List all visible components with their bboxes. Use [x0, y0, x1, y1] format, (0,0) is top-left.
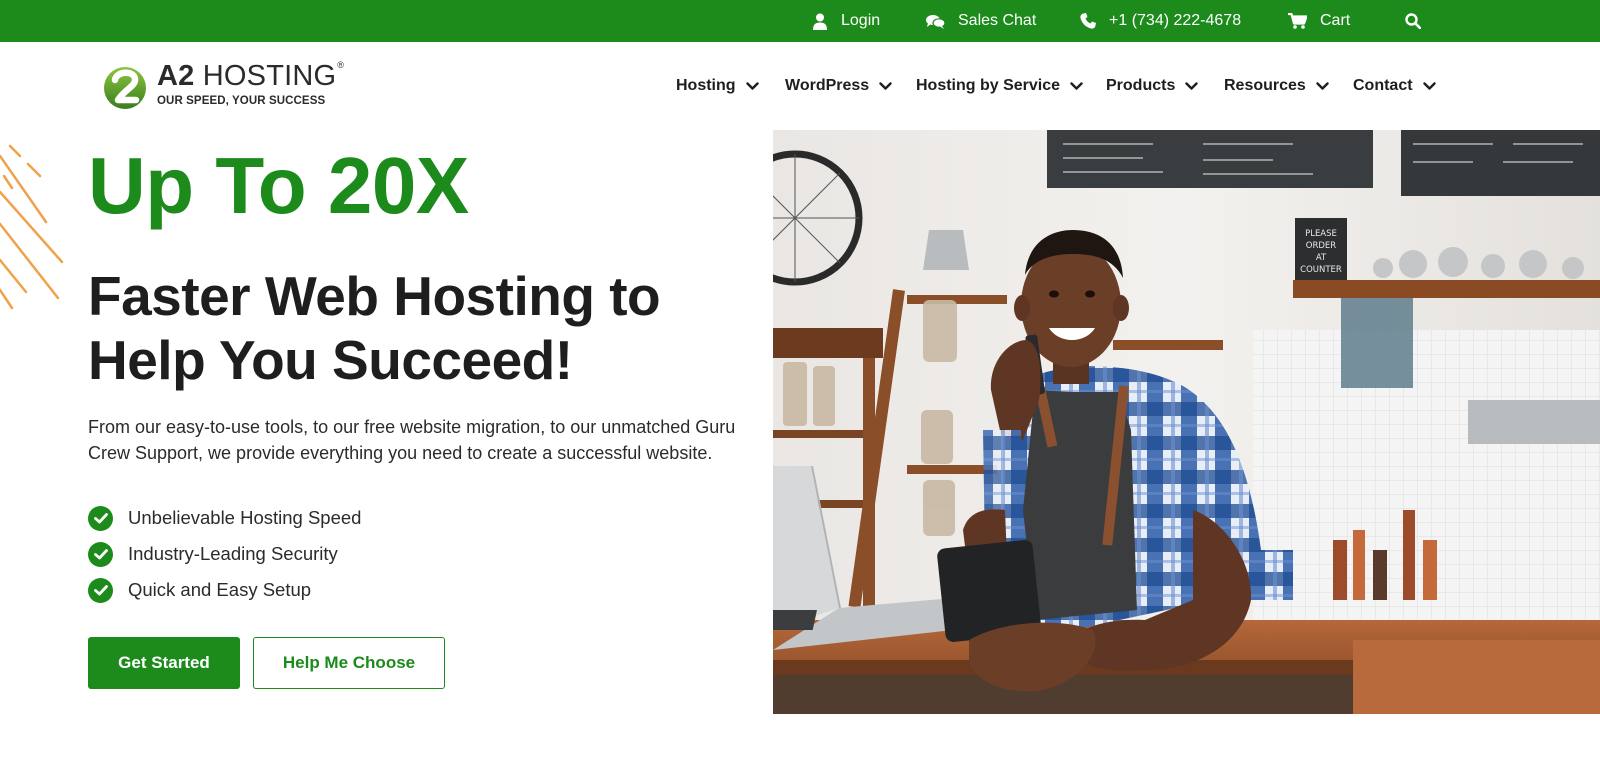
- svg-text:COUNTER: COUNTER: [1300, 265, 1342, 275]
- phone-number: +1 (734) 222-4678: [1109, 12, 1242, 29]
- svg-text:ORDER: ORDER: [1306, 241, 1337, 251]
- nav-hosting-by-service[interactable]: Hosting by Service: [916, 74, 1083, 98]
- search-button[interactable]: [1405, 0, 1421, 42]
- logo-tagline: OUR SPEED, YOUR SUCCESS: [157, 95, 326, 107]
- nav-resources[interactable]: Resources: [1224, 74, 1329, 98]
- search-icon: [1405, 13, 1421, 29]
- nav-wordpress-label: WordPress: [785, 77, 870, 94]
- check-circle-icon: [88, 505, 113, 531]
- nav-resources-label: Resources: [1224, 77, 1306, 94]
- hero-headline: Up To 20X: [88, 141, 469, 230]
- cart-link[interactable]: Cart: [1288, 0, 1350, 42]
- check-circle-icon: [88, 577, 113, 603]
- chevron-down-icon: [879, 81, 892, 90]
- feature-label: Quick and Easy Setup: [128, 579, 312, 600]
- hero-subheadline: Faster Web Hosting to Help You Succeed!: [88, 265, 661, 391]
- top-bar: Login Sales Chat +1 (734) 222-4678 Cart: [0, 0, 1600, 42]
- user-icon: [813, 13, 827, 30]
- check-circle-icon: [88, 541, 113, 567]
- list-item: Quick and Easy Setup: [88, 572, 361, 608]
- cart-icon: [1288, 13, 1307, 29]
- svg-text:PLEASE: PLEASE: [1305, 229, 1337, 239]
- nav-wordpress[interactable]: WordPress: [785, 74, 892, 98]
- feature-label: Industry-Leading Security: [128, 543, 338, 564]
- chevron-down-icon: [1185, 81, 1199, 90]
- help-me-choose-button[interactable]: Help Me Choose: [253, 637, 445, 689]
- nav-hosting-label: Hosting: [676, 77, 736, 94]
- chat-icon: [926, 14, 945, 29]
- chevron-down-icon: [1070, 81, 1083, 90]
- nav-hosting-by-service-label: Hosting by Service: [916, 77, 1061, 94]
- sales-chat-label: Sales Chat: [958, 12, 1037, 29]
- chevron-down-icon: [1316, 81, 1329, 90]
- cart-label: Cart: [1320, 12, 1351, 29]
- decorative-stripes: [0, 144, 64, 310]
- logo-wordmark: A2 HOSTING®: [157, 60, 345, 92]
- nav-hosting[interactable]: Hosting: [676, 74, 759, 98]
- login-link[interactable]: Login: [812, 0, 880, 42]
- a2-logo-mark-icon: [104, 67, 146, 109]
- chevron-down-icon: [1422, 81, 1436, 90]
- sales-chat-link[interactable]: Sales Chat: [926, 0, 1036, 42]
- phone-icon: [1080, 13, 1096, 29]
- list-item: Unbelievable Hosting Speed: [88, 500, 361, 536]
- nav-contact[interactable]: Contact: [1353, 74, 1436, 98]
- a2-hosting-logo[interactable]: A2 HOSTING® OUR SPEED, YOUR SUCCESS: [103, 58, 345, 114]
- hero-description: From our easy-to-use tools, to our free …: [88, 417, 736, 463]
- nav-products-label: Products: [1106, 77, 1176, 94]
- svg-text:AT: AT: [1316, 253, 1327, 263]
- login-label: Login: [841, 12, 881, 29]
- list-item: Industry-Leading Security: [88, 536, 361, 572]
- feature-label: Unbelievable Hosting Speed: [128, 507, 362, 528]
- chevron-down-icon: [745, 81, 759, 90]
- hero-photo: PLEASE ORDER AT COUNTER: [773, 130, 1600, 714]
- get-started-button[interactable]: Get Started: [88, 637, 240, 689]
- nav-contact-label: Contact: [1353, 77, 1413, 94]
- feature-list: Unbelievable Hosting Speed Industry-Lead…: [88, 500, 361, 608]
- nav-products[interactable]: Products: [1106, 74, 1199, 98]
- phone-link[interactable]: +1 (734) 222-4678: [1080, 0, 1241, 42]
